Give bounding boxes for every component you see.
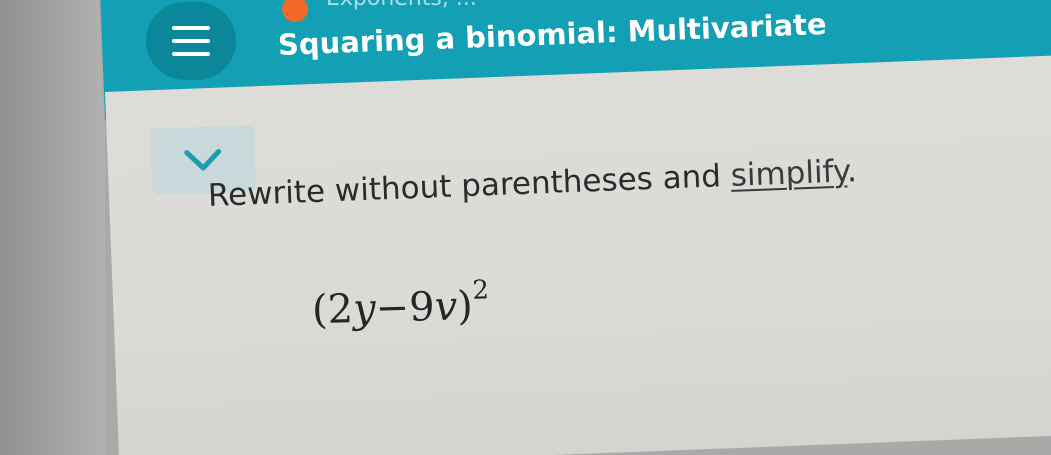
math-expression: (2y−9v)2 xyxy=(311,275,490,334)
screen-edge xyxy=(0,0,105,455)
chevron-down-icon xyxy=(184,148,222,171)
content-panel xyxy=(105,55,1051,455)
hamburger-menu-icon xyxy=(172,26,210,56)
close-paren: ) xyxy=(456,283,474,330)
variable-y: y xyxy=(352,285,377,333)
menu-button[interactable] xyxy=(146,2,236,80)
breadcrumb[interactable]: Exponents, ... xyxy=(326,0,477,11)
instruction-period: . xyxy=(846,153,858,190)
minus-operator: − xyxy=(375,284,410,332)
variable-v: v xyxy=(434,283,458,331)
coefficient-1: 2 xyxy=(327,286,354,333)
open-paren: ( xyxy=(311,286,329,334)
coefficient-2: 9 xyxy=(408,284,436,331)
simplify-link[interactable]: simplify xyxy=(730,153,847,193)
exponent: 2 xyxy=(472,275,490,306)
